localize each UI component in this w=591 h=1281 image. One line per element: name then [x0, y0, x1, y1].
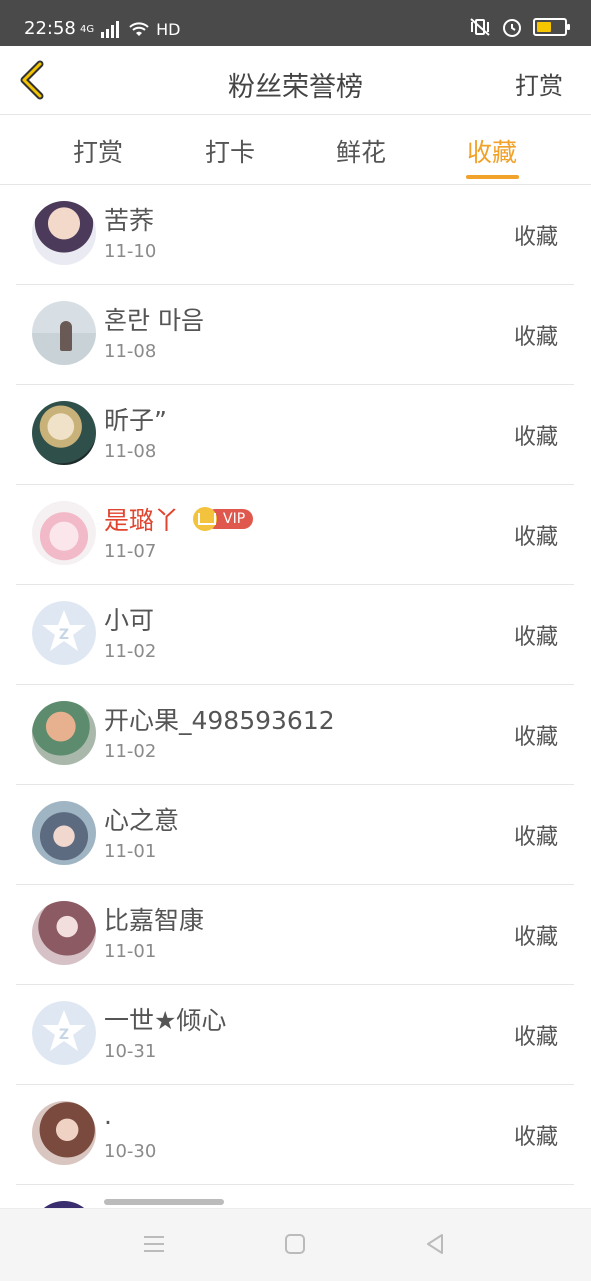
wifi-icon [129, 22, 149, 36]
action-label: 收藏 [513, 1125, 558, 1150]
anime-pink-icon [32, 501, 96, 565]
page-title: 粉丝荣誉榜 [228, 72, 363, 103]
user-name-text: 是璐丫 [104, 506, 180, 535]
system-nav-bar [0, 1208, 591, 1281]
date: 10-30 [104, 1141, 157, 1162]
avatar[interactable]: Z [32, 1001, 96, 1065]
date: 11-10 [104, 241, 157, 262]
user-name[interactable]: 혼란 마음 [104, 301, 204, 337]
active-tab-indicator [466, 175, 519, 179]
list-item[interactable]: 昕子” 11-08 收藏 [16, 385, 574, 485]
action-label: 收藏 [513, 825, 558, 850]
list-item[interactable]: 心之意 11-01 收藏 [16, 785, 574, 885]
user-name[interactable]: 一世★倾心 [104, 1001, 226, 1037]
anime-girl-icon [32, 801, 96, 865]
alarm-icon [503, 19, 521, 37]
tab-reward[interactable]: 打赏 [73, 133, 123, 169]
list-item[interactable]: . 10-30 收藏 [16, 1085, 574, 1185]
status-time: 22:58 [24, 18, 76, 39]
tab-bar: 打赏 打卡 鲜花 收藏 [0, 115, 591, 185]
user-name[interactable]: 心之意 [104, 801, 179, 837]
menu-icon[interactable] [141, 1231, 167, 1257]
photo-child-icon [32, 701, 96, 765]
user-name[interactable]: 苦荞 [104, 201, 154, 237]
list-item[interactable]: Z 一世★倾心 10-31 收藏 [16, 985, 574, 1085]
date: 11-02 [104, 741, 157, 762]
anime-hair-icon [32, 901, 96, 965]
date: 11-02 [104, 641, 157, 662]
network-type: 4G [80, 23, 95, 35]
avatar[interactable] [32, 801, 96, 865]
action-label: 收藏 [513, 225, 558, 250]
home-square-icon[interactable] [282, 1231, 308, 1257]
back-triangle-icon[interactable] [422, 1231, 448, 1257]
reward-button[interactable]: 打赏 [515, 66, 563, 101]
photo-girl-icon [32, 201, 96, 265]
user-name[interactable]: 比嘉智康 [104, 901, 204, 937]
action-label: 收藏 [513, 725, 558, 750]
user-name[interactable]: 开心果_498593612 [104, 701, 335, 737]
photo-beach-icon [32, 301, 96, 365]
user-name[interactable]: . [104, 1101, 112, 1130]
action-label: 收藏 [513, 525, 558, 550]
photo-portrait-icon [32, 401, 96, 465]
action-label: 收藏 [513, 325, 558, 350]
avatar[interactable] [32, 501, 96, 565]
photo-woman-icon [32, 1101, 96, 1165]
list-item[interactable]: 是璐丫 VIP 11-07 收藏 [16, 485, 574, 585]
action-label: 收藏 [513, 625, 558, 650]
crown-icon [193, 507, 218, 531]
tab-favorites[interactable]: 收藏 [467, 133, 517, 169]
vibrate-icon [470, 18, 490, 36]
list-item[interactable]: 开心果_498593612 11-02 收藏 [16, 685, 574, 785]
user-name[interactable]: 小可 [104, 601, 154, 637]
signal-icon [101, 21, 120, 38]
status-right-icons [469, 16, 570, 38]
avatar[interactable] [32, 901, 96, 965]
avatar[interactable] [32, 301, 96, 365]
tab-checkin[interactable]: 打卡 [205, 133, 255, 169]
vip-badge: VIP [193, 507, 254, 531]
list-item[interactable]: Z 小可 11-02 收藏 [16, 585, 574, 685]
date: 11-08 [104, 341, 157, 362]
user-name[interactable]: 昕子” [104, 401, 167, 437]
list-item[interactable]: 苦荞 11-10 收藏 [16, 185, 574, 285]
battery-icon [533, 18, 570, 36]
user-name[interactable]: 是璐丫 VIP [104, 501, 254, 537]
avatar[interactable] [32, 401, 96, 465]
svg-text:Z: Z [59, 1027, 69, 1043]
avatar[interactable]: Z [32, 601, 96, 665]
avatar[interactable] [32, 701, 96, 765]
avatar[interactable] [32, 1101, 96, 1165]
action-label: 收藏 [513, 425, 558, 450]
default-avatar-icon: Z [32, 1001, 96, 1065]
default-avatar-icon: Z [32, 601, 96, 665]
user-name-placeholder [104, 1199, 224, 1205]
top-bar: 粉丝荣誉榜 打赏 [0, 46, 591, 115]
date: 10-31 [104, 1041, 157, 1062]
date: 11-07 [104, 541, 157, 562]
fan-list: 苦荞 11-10 收藏 혼란 마음 11-08 收藏 昕子” 11-08 收藏 … [16, 185, 574, 1265]
list-item[interactable]: 比嘉智康 11-01 收藏 [16, 885, 574, 985]
status-bar: 22:58 4G HD [0, 0, 591, 46]
list-item[interactable]: 혼란 마음 11-08 收藏 [16, 285, 574, 385]
date: 11-01 [104, 841, 157, 862]
status-network: 4G HD [80, 16, 180, 42]
date: 11-01 [104, 941, 157, 962]
avatar[interactable] [32, 201, 96, 265]
date: 11-08 [104, 441, 157, 462]
action-label: 收藏 [513, 925, 558, 950]
action-label: 收藏 [513, 1025, 558, 1050]
svg-text:Z: Z [59, 627, 69, 643]
hd-label: HD [156, 19, 181, 39]
tab-flowers[interactable]: 鲜花 [336, 133, 386, 169]
